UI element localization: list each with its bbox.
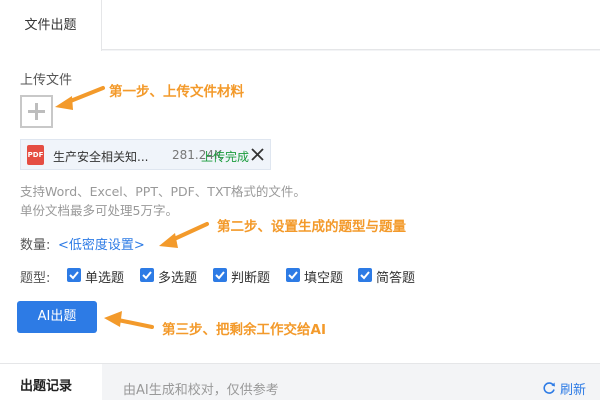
annotation-step3: 第三步、把剩余工作交给AI <box>162 322 326 338</box>
arrow-step1 <box>66 86 105 104</box>
arrow-step2 <box>170 222 209 242</box>
arrow-step3 <box>116 318 154 329</box>
refresh-icon <box>543 382 555 394</box>
tab-question-records[interactable]: 出题记录 <box>0 364 102 400</box>
refresh-label: 刷新 <box>560 383 587 398</box>
record-header: 出题记录 由AI生成和校对，仅供参考 刷新 <box>0 363 600 400</box>
annotation-step1: 第一步、上传文件材料 <box>109 84 244 100</box>
ai-disclaimer: 由AI生成和校对，仅供参考 <box>123 383 279 398</box>
annotation-step2: 第二步、设置生成的题型与题量 <box>217 219 406 235</box>
annotation-arrows <box>55 86 209 329</box>
